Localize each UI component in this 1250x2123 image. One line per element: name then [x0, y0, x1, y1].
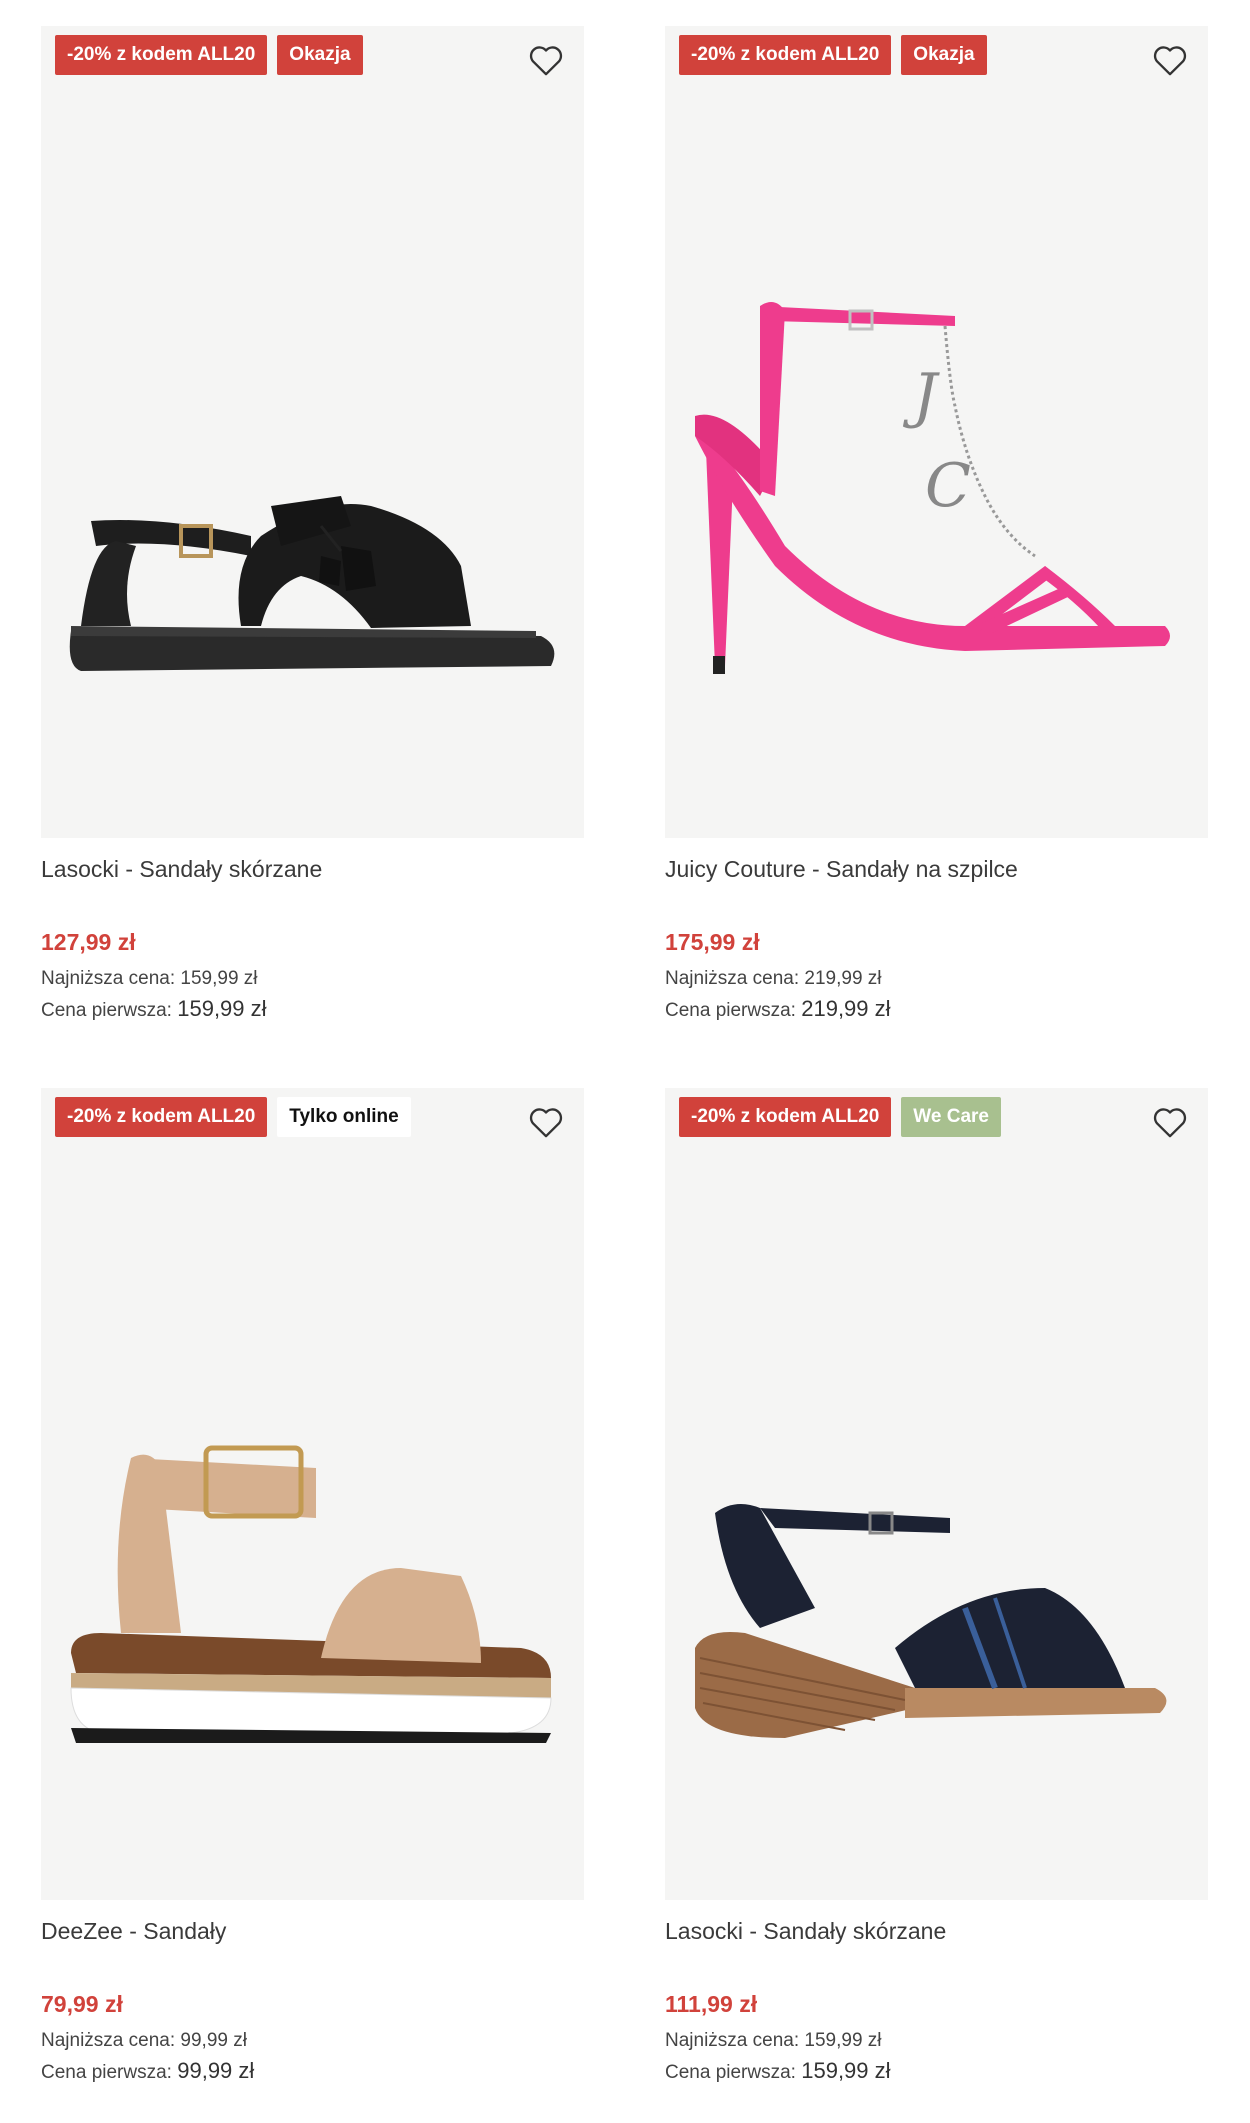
svg-text:C: C: [925, 451, 971, 521]
first-price-label: Cena pierwsza:: [665, 2062, 796, 2083]
discount-badge: -20% z kodem ALL20: [55, 1097, 268, 1137]
heart-outline-icon[interactable]: [526, 40, 566, 80]
product-price: 175,99 zł: [665, 929, 760, 955]
first-price-value: 99,99 zł: [177, 2058, 255, 2083]
badges: -20% z kodem ALL20 Tylko online: [55, 1097, 411, 1137]
we-care-badge: We Care: [901, 1097, 1001, 1137]
product-name[interactable]: DeeZee - Sandały: [41, 1918, 226, 1945]
svg-text:J: J: [902, 361, 940, 431]
product-name[interactable]: Lasocki - Sandały skórzane: [665, 1918, 946, 1945]
first-price: Cena pierwsza: 99,99 zł: [41, 2058, 254, 2084]
product-image[interactable]: -20% z kodem ALL20 Tylko online: [41, 1088, 584, 1900]
product-price: 111,99 zł: [665, 1991, 758, 2017]
product-price: 79,99 zł: [41, 1991, 123, 2017]
lowest-price-label: Najniższa cena:: [41, 968, 176, 989]
first-price-value: 159,99 zł: [177, 996, 267, 1021]
shoe-image: [695, 1504, 1167, 1738]
product-card[interactable]: -20% z kodem ALL20 Okazja Lasocki - Sand…: [41, 26, 584, 1021]
discount-badge: -20% z kodem ALL20: [55, 35, 268, 75]
first-price: Cena pierwsza: 159,99 zł: [665, 2058, 891, 2084]
lowest-price-label: Najniższa cena:: [41, 2030, 176, 2051]
discount-badge: -20% z kodem ALL20: [679, 35, 892, 75]
product-image[interactable]: J C -20% z kodem ALL20 Okazja: [665, 26, 1208, 838]
badges: -20% z kodem ALL20 We Care: [679, 1097, 1001, 1137]
first-price-value: 219,99 zł: [801, 996, 891, 1021]
first-price-label: Cena pierwsza:: [665, 1000, 796, 1021]
heart-outline-icon[interactable]: [1150, 40, 1190, 80]
lowest-price: Najniższa cena: 159,99 zł: [41, 968, 258, 990]
product-image[interactable]: -20% z kodem ALL20 Okazja: [41, 26, 584, 838]
heart-outline-icon[interactable]: [1150, 1102, 1190, 1142]
badges: -20% z kodem ALL20 Okazja: [679, 35, 987, 75]
first-price: Cena pierwsza: 219,99 zł: [665, 996, 891, 1022]
heart-outline-icon[interactable]: [526, 1102, 566, 1142]
lowest-price-value: 99,99 zł: [180, 2030, 247, 2051]
lowest-price: Najniższa cena: 99,99 zł: [41, 2030, 247, 2052]
first-price-label: Cena pierwsza:: [41, 1000, 172, 1021]
shoe-image: [70, 1445, 552, 1743]
shoe-image: [69, 496, 555, 671]
product-name[interactable]: Juicy Couture - Sandały na szpilce: [665, 856, 1018, 883]
okazja-badge: Okazja: [901, 35, 987, 75]
badges: -20% z kodem ALL20 Okazja: [55, 35, 363, 75]
okazja-badge: Okazja: [277, 35, 363, 75]
product-card[interactable]: -20% z kodem ALL20 Tylko online DeeZee -…: [41, 1088, 584, 2083]
lowest-price-value: 159,99 zł: [180, 968, 258, 989]
product-name[interactable]: Lasocki - Sandały skórzane: [41, 856, 322, 883]
lowest-price-value: 219,99 zł: [804, 968, 882, 989]
first-price-value: 159,99 zł: [801, 2058, 891, 2083]
lowest-price: Najniższa cena: 159,99 zł: [665, 2030, 882, 2052]
lowest-price-label: Najniższa cena:: [665, 968, 800, 989]
shoe-image: J C: [695, 302, 1170, 674]
lowest-price-value: 159,99 zł: [804, 2030, 882, 2051]
product-card[interactable]: -20% z kodem ALL20 We Care Lasocki - San…: [665, 1088, 1208, 2083]
lowest-price: Najniższa cena: 219,99 zł: [665, 968, 882, 990]
first-price-label: Cena pierwsza:: [41, 2062, 172, 2083]
product-image[interactable]: -20% z kodem ALL20 We Care: [665, 1088, 1208, 1900]
first-price: Cena pierwsza: 159,99 zł: [41, 996, 267, 1022]
online-only-badge: Tylko online: [277, 1097, 411, 1137]
lowest-price-label: Najniższa cena:: [665, 2030, 800, 2051]
discount-badge: -20% z kodem ALL20: [679, 1097, 892, 1137]
product-card[interactable]: J C -20% z kodem ALL20 Okazja Juicy Cout…: [665, 26, 1208, 1021]
product-price: 127,99 zł: [41, 929, 136, 955]
